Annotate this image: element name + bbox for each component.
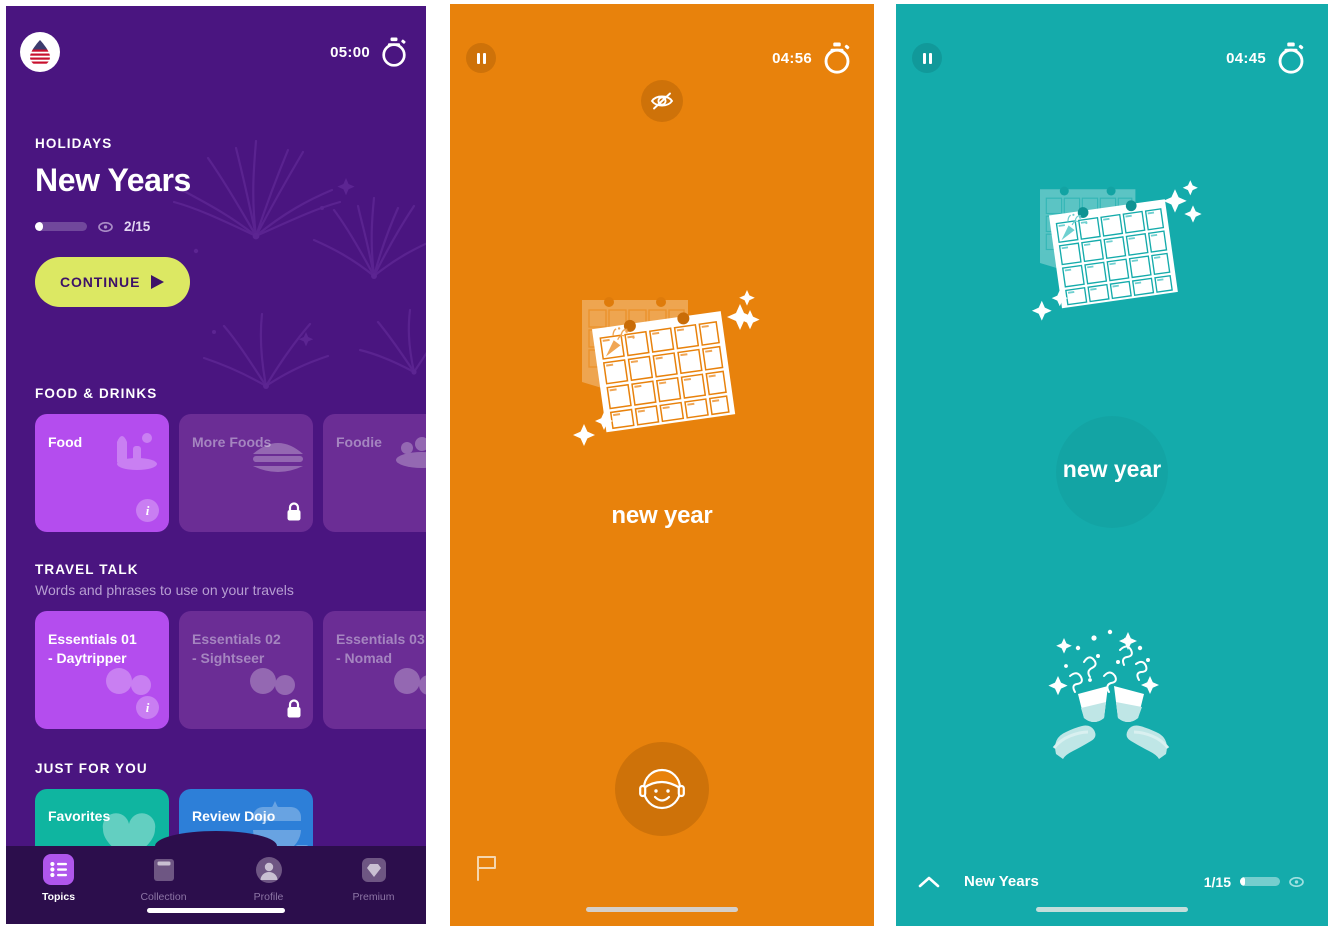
- pause-button[interactable]: [912, 43, 942, 73]
- section-travel-talk: TRAVEL TALK Words and phrases to use on …: [6, 562, 426, 729]
- info-badge[interactable]: i: [136, 499, 159, 522]
- eye-slash-icon: [650, 92, 674, 110]
- stopwatch-icon: [1278, 42, 1304, 74]
- flag-report-icon: [477, 856, 496, 881]
- topics-topbar: 05:00: [6, 6, 426, 98]
- diamond-icon-svg: [361, 857, 386, 882]
- expand-chevron-button[interactable]: [918, 875, 940, 889]
- pause-button[interactable]: [466, 43, 496, 73]
- section-title: JUST FOR YOU: [35, 761, 148, 776]
- tab-collection[interactable]: Collection: [111, 854, 216, 903]
- flashcard-front-screen: 04:56 new year: [450, 4, 874, 926]
- continue-label: CONTINUE: [60, 274, 141, 290]
- progress-fill: [1240, 877, 1245, 886]
- eye-icon: [98, 221, 113, 232]
- section-title: TRAVEL TALK: [35, 562, 139, 577]
- calendar-illustration-svg: [573, 290, 760, 446]
- food-art-icon: [117, 433, 157, 470]
- topics-timer[interactable]: 05:00: [330, 37, 408, 67]
- section-subtitle: Words and phrases to use on your travels: [35, 582, 294, 598]
- report-flag-button[interactable]: [476, 855, 498, 886]
- session-timer[interactable]: 04:45: [1226, 42, 1306, 74]
- continue-button[interactable]: CONTINUE: [35, 257, 191, 307]
- home-indicator: [147, 908, 285, 913]
- calendar-illustration-svg: [1031, 180, 1202, 321]
- book-icon: [148, 854, 179, 885]
- player-topbar: 04:45: [896, 4, 1328, 112]
- info-badge[interactable]: i: [136, 696, 159, 719]
- lock-icon: [287, 502, 301, 521]
- card-bottom-bar: New Years 1/15: [896, 873, 1328, 890]
- face-smile-icon: [639, 768, 685, 810]
- progress-bar[interactable]: [35, 222, 87, 231]
- burger-art-icon: [253, 443, 303, 472]
- topics-hero: HOLIDAYS New Years 2/15 CONTINUE: [35, 136, 191, 307]
- section-food-drinks: FOOD & DRINKS Food i More Foods Foodie: [6, 386, 426, 532]
- topic-card[interactable]: Essentials 02 - Sightseer: [179, 611, 313, 729]
- card-word: new year: [611, 502, 713, 529]
- calendar-confetti-illustration: [1022, 164, 1202, 349]
- flashcard-back-screen: 04:45 new year New Years 1/15: [896, 4, 1328, 926]
- topic-card[interactable]: Food i: [35, 414, 169, 532]
- topic-card[interactable]: Foodie: [323, 414, 426, 532]
- stopwatch-icon: [824, 42, 850, 74]
- hide-answer-button[interactable]: [641, 80, 683, 122]
- page-title: New Years: [35, 162, 191, 198]
- timer-value: 05:00: [330, 43, 370, 61]
- tab-topics[interactable]: Topics: [6, 854, 111, 903]
- tab-label: Profile: [253, 891, 284, 903]
- progress-bar[interactable]: [1240, 877, 1280, 886]
- eye-icon: [1289, 876, 1304, 887]
- person-icon: [253, 854, 284, 885]
- person-icon-svg: [255, 856, 282, 883]
- section-title: FOOD & DRINKS: [35, 386, 158, 401]
- stopwatch-icon: [382, 37, 406, 67]
- list-icon: [43, 854, 74, 885]
- avatar-listen-button[interactable]: [615, 742, 709, 836]
- list-icon-svg: [50, 862, 67, 877]
- card-row-travel[interactable]: Essentials 01 - Daytripper i Essentials …: [6, 611, 426, 729]
- deck-title: New Years: [964, 873, 1039, 890]
- home-indicator: [586, 907, 738, 912]
- deck-progress: 1/15: [1204, 874, 1304, 890]
- home-indicator: [1036, 907, 1188, 912]
- travel-art-icon: [394, 668, 426, 695]
- tab-label: Premium: [352, 891, 395, 903]
- topics-screen: 05:00 HOLIDAYS New Years 2/15 CONTINUE F…: [6, 6, 426, 924]
- fireworks-decoration-icon: [172, 139, 426, 389]
- tab-premium[interactable]: Premium: [321, 854, 426, 903]
- us-flag-droplet-icon[interactable]: [20, 32, 60, 72]
- tab-label: Topics: [41, 891, 76, 903]
- hero-eyebrow: HOLIDAYS: [35, 136, 113, 151]
- champagne-illustration-svg: [1048, 629, 1170, 759]
- champagne-toast-illustration: [1032, 614, 1192, 769]
- progress-fill: [35, 222, 43, 231]
- topic-card[interactable]: Essentials 01 - Daytripper i: [35, 611, 169, 729]
- timer-value: 04:56: [772, 49, 812, 67]
- tab-profile[interactable]: Profile: [216, 854, 321, 903]
- diamond-icon: [358, 854, 389, 885]
- pause-icon: [922, 52, 932, 64]
- play-triangle-icon: [151, 275, 165, 289]
- chevron-up-icon: [918, 876, 940, 887]
- flag-droplet-svg: [30, 39, 50, 66]
- calendar-confetti-illustration: [562, 272, 762, 477]
- foodie-art-icon: [396, 437, 426, 468]
- book-icon-svg: [153, 858, 174, 881]
- bottom-tab-bar: Topics Collection Profile Premium: [6, 846, 426, 924]
- timer-value: 04:45: [1226, 49, 1266, 67]
- topic-card[interactable]: More Foods: [179, 414, 313, 532]
- card-count: 1/15: [1203, 873, 1231, 890]
- pause-icon: [476, 52, 486, 64]
- card-row-food[interactable]: Food i More Foods Foodie: [6, 414, 426, 532]
- card-word: new year: [1062, 456, 1162, 482]
- progress-count: 2/15: [124, 219, 151, 234]
- tab-label: Collection: [140, 891, 187, 903]
- screenshot-stage: 05:00 HOLIDAYS New Years 2/15 CONTINUE F…: [0, 0, 1328, 930]
- lock-icon: [287, 699, 301, 718]
- topic-card[interactable]: Essentials 03 - Nomad: [323, 611, 426, 729]
- session-timer[interactable]: 04:56: [772, 42, 852, 74]
- hero-progress: 2/15: [35, 219, 191, 234]
